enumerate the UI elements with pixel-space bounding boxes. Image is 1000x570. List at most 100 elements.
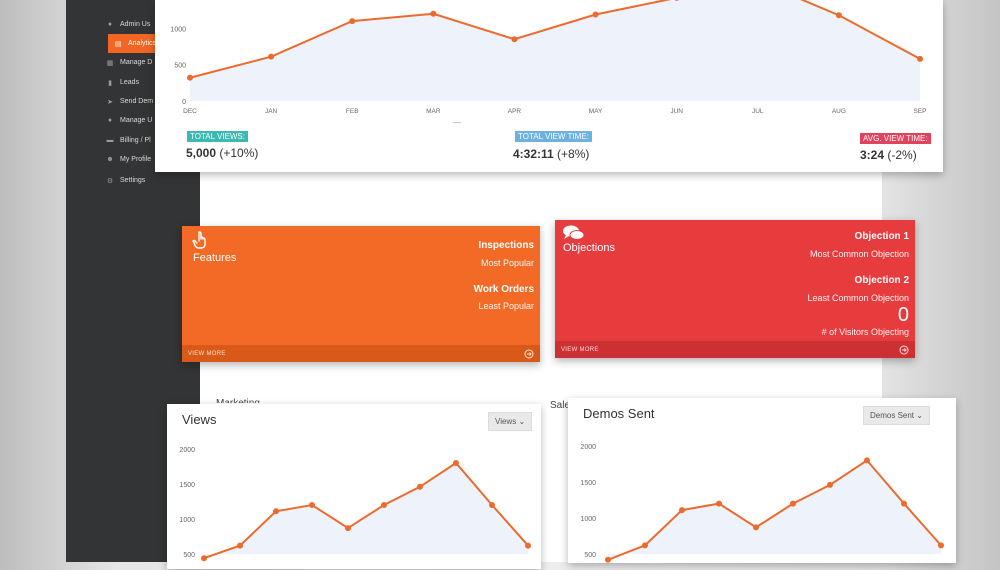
- total-view-time-change: (+8%): [557, 147, 590, 161]
- avg-view-time-label: AVG. VIEW TIME:: [860, 133, 931, 144]
- y-tick-label: 2000: [179, 447, 195, 454]
- data-point[interactable]: [453, 460, 459, 466]
- data-point[interactable]: [430, 10, 437, 17]
- gear-icon: ⚙: [106, 177, 114, 185]
- x-tick-label: JUL: [752, 108, 764, 115]
- grid-icon: ▦: [106, 59, 114, 67]
- y-tick-label: 0: [182, 99, 186, 106]
- avg-view-time-value: 3:24 (-2%): [860, 148, 917, 162]
- hand-pointer-icon: [192, 231, 206, 249]
- data-point[interactable]: [345, 525, 351, 532]
- features-item-1-desc: Most Popular: [480, 258, 534, 268]
- y-tick-label: 2000: [580, 444, 596, 451]
- features-item-2-name: Work Orders: [473, 284, 534, 295]
- objections-item-1-name: Objection 1: [854, 231, 909, 242]
- data-point[interactable]: [753, 524, 759, 531]
- total-views-value: 5,000 (+10%): [186, 146, 258, 160]
- data-point[interactable]: [827, 481, 833, 488]
- data-point[interactable]: [381, 502, 387, 508]
- data-point[interactable]: [237, 542, 243, 549]
- speech-bubbles-icon: [563, 225, 585, 240]
- objections-item-1-desc: Most Common Objection: [809, 249, 909, 259]
- sidebar-item-label: Billing / Pl: [120, 137, 151, 144]
- users-icon: ●: [107, 117, 113, 124]
- y-tick-label: 500: [584, 552, 596, 559]
- y-tick-label: 1000: [170, 26, 186, 33]
- send-icon: ➤: [107, 98, 113, 106]
- sidebar-item-label: Admin Us: [120, 21, 151, 28]
- user-icon: ☻: [106, 156, 114, 163]
- x-tick-label: AUG: [832, 108, 846, 115]
- y-tick-label: 500: [183, 552, 195, 559]
- data-point[interactable]: [525, 542, 531, 549]
- data-point[interactable]: [901, 500, 907, 507]
- users-icon: ●: [107, 21, 113, 28]
- y-tick-label: 1000: [179, 517, 195, 524]
- series-area: [204, 463, 528, 559]
- x-tick-label: SEP: [913, 108, 926, 115]
- sidebar-item-label: Analytics: [128, 40, 157, 47]
- data-point[interactable]: [642, 542, 648, 549]
- total-view-time-value: 4:32:11 (+8%): [513, 147, 589, 161]
- data-point[interactable]: [917, 55, 923, 62]
- features-view-more[interactable]: VIEW MORE: [182, 345, 540, 362]
- avg-view-time-number: 3:24: [860, 148, 885, 162]
- data-point[interactable]: [417, 483, 423, 490]
- data-point[interactable]: [938, 542, 944, 549]
- y-tick-label: 1000: [580, 516, 596, 523]
- total-view-time-number: 4:32:11: [513, 147, 554, 161]
- total-views-change: (+10%): [219, 146, 259, 160]
- y-tick-label: 1500: [179, 482, 195, 489]
- data-point[interactable]: [511, 36, 518, 43]
- arrow-circle-right-icon: [899, 345, 909, 354]
- features-title: Features: [193, 252, 237, 264]
- x-tick-label: MAY: [589, 108, 603, 115]
- demos-sent-panel: Demos Sent Demos Sent ⌄ 500 1000 1500 2000: [568, 398, 956, 563]
- objections-title: Objections: [563, 242, 615, 254]
- features-view-more-label: VIEW MORE: [188, 350, 226, 357]
- objections-card: Objections Objection 1 Most Common Objec…: [555, 220, 915, 358]
- total-view-time-label: TOTAL VIEW TIME:: [515, 131, 592, 142]
- data-point[interactable]: [273, 508, 279, 515]
- objections-item-2-desc: Least Common Objection: [807, 293, 909, 303]
- x-tick-label: MAR: [426, 108, 441, 115]
- demos-sent-chart: 500 1000 1500 2000: [580, 444, 944, 563]
- sidebar-item-label: Leads: [120, 79, 140, 86]
- data-point[interactable]: [790, 500, 796, 507]
- data-point[interactable]: [835, 12, 842, 19]
- objections-view-more[interactable]: VIEW MORE: [555, 341, 915, 358]
- data-point[interactable]: [679, 507, 685, 514]
- y-tick-label: 1500: [580, 480, 596, 487]
- data-point[interactable]: [489, 502, 495, 508]
- sidebar-item-label: Manage D: [120, 59, 153, 66]
- views-panel: Views Views ⌄ 500 1000 1500 2000: [167, 404, 541, 569]
- features-card: Features Inspections Most Popular Work O…: [182, 226, 540, 362]
- views-over-time-panel: 050010001500DECJANFEBMARAPRMAYJUNJULAUGS…: [155, 0, 943, 172]
- data-point[interactable]: [349, 18, 356, 25]
- x-tick-label: JAN: [265, 108, 278, 115]
- data-point[interactable]: [309, 502, 315, 508]
- objections-count: 0: [897, 304, 909, 326]
- features-item-2-desc: Least Popular: [478, 301, 534, 311]
- series-area: [608, 460, 941, 560]
- sidebar-item-label: Send Dem: [120, 98, 154, 105]
- card-icon: ▬: [106, 137, 114, 144]
- views-chart: 500 1000 1500 2000: [179, 447, 531, 562]
- x-tick-label: DEC: [183, 108, 197, 115]
- data-point[interactable]: [201, 555, 207, 562]
- x-tick-label: FEB: [346, 108, 359, 115]
- avg-view-time-change: (-2%): [887, 148, 917, 162]
- arrow-circle-right-icon: [524, 349, 534, 358]
- total-views-number: 5,000: [186, 146, 217, 160]
- data-point[interactable]: [592, 11, 599, 18]
- data-point[interactable]: [716, 500, 722, 507]
- series-area: [190, 0, 920, 101]
- objections-view-more-label: VIEW MORE: [561, 346, 599, 353]
- data-point[interactable]: [268, 53, 275, 60]
- data-point[interactable]: [187, 74, 193, 81]
- x-tick-label: APR: [508, 108, 522, 115]
- sales-section-label: Sale: [550, 400, 571, 411]
- y-tick-label: 500: [174, 63, 186, 70]
- chart-icon: ▤: [114, 40, 122, 48]
- data-point[interactable]: [864, 457, 870, 464]
